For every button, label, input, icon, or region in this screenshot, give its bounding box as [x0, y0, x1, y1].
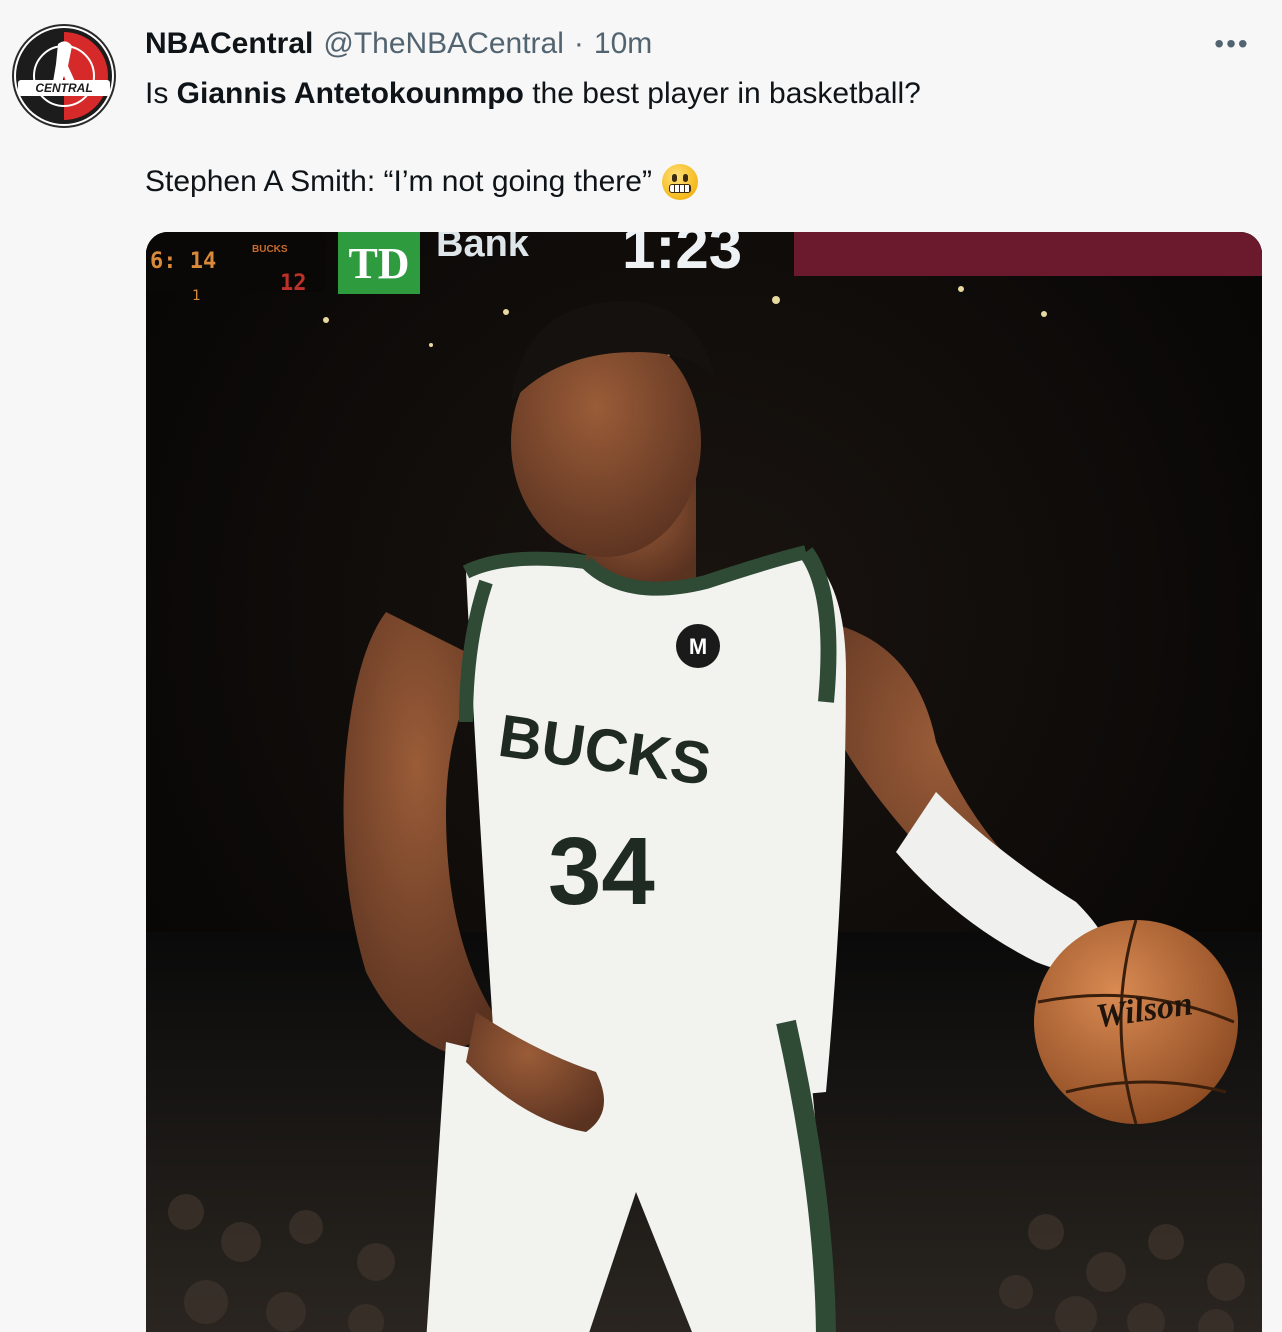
jersey-number: 34 — [548, 818, 655, 925]
quote-text: Stephen A Smith: “I’m not going there” — [145, 165, 652, 198]
handle[interactable]: @TheNBACentral — [323, 27, 564, 61]
tweet-text-line2: Stephen A Smith: “I’m not going there” — [145, 160, 1245, 204]
timestamp[interactable]: 10m — [594, 27, 652, 61]
nba-central-logo: CENTRAL — [16, 28, 112, 124]
svg-text:M: M — [689, 634, 707, 659]
scoreboard-left-time: 6: 14 — [150, 249, 216, 274]
sponsor-text: Bank — [436, 232, 530, 265]
td-logo-text: TD — [348, 239, 409, 288]
tweet-text: Is Giannis Antetokounmpo the best player… — [145, 72, 1245, 204]
display-name[interactable]: NBACentral — [145, 27, 313, 61]
avatar[interactable]: CENTRAL — [12, 24, 116, 128]
more-options-icon[interactable]: ••• — [1212, 28, 1252, 59]
separator: · — [573, 27, 584, 60]
text-pre: Is — [145, 77, 177, 110]
avatar-logo-text: CENTRAL — [35, 81, 92, 95]
tweet-card: CENTRAL NBACentral @TheNBACentral · 10m … — [0, 0, 1282, 1332]
scoreboard-team-abbr: BUCKS — [252, 244, 288, 255]
mentioned-player: Giannis Antetokounmpo — [176, 77, 524, 110]
tweet-photo[interactable]: 6: 14 1 BUCKS 12 TD Bank 1:23 M BUCKS 34… — [146, 232, 1262, 1332]
tweet-text-line1: Is Giannis Antetokounmpo the best player… — [145, 72, 1245, 116]
scoreboard-right-panel — [794, 232, 1262, 276]
text-post: the best player in basketball? — [523, 77, 921, 110]
scoreboard-clock: 1:23 — [622, 232, 742, 281]
grimacing-face-icon — [661, 164, 698, 200]
basketball: Wilson — [1034, 919, 1238, 1125]
photo-canvas: 6: 14 1 BUCKS 12 TD Bank 1:23 M BUCKS 34… — [146, 232, 1262, 1332]
scoreboard-team-score: 12 — [280, 271, 307, 296]
scoreboard-left-sub: 1 — [192, 288, 200, 304]
tweet-header: NBACentral @TheNBACentral · 10m — [145, 24, 652, 64]
